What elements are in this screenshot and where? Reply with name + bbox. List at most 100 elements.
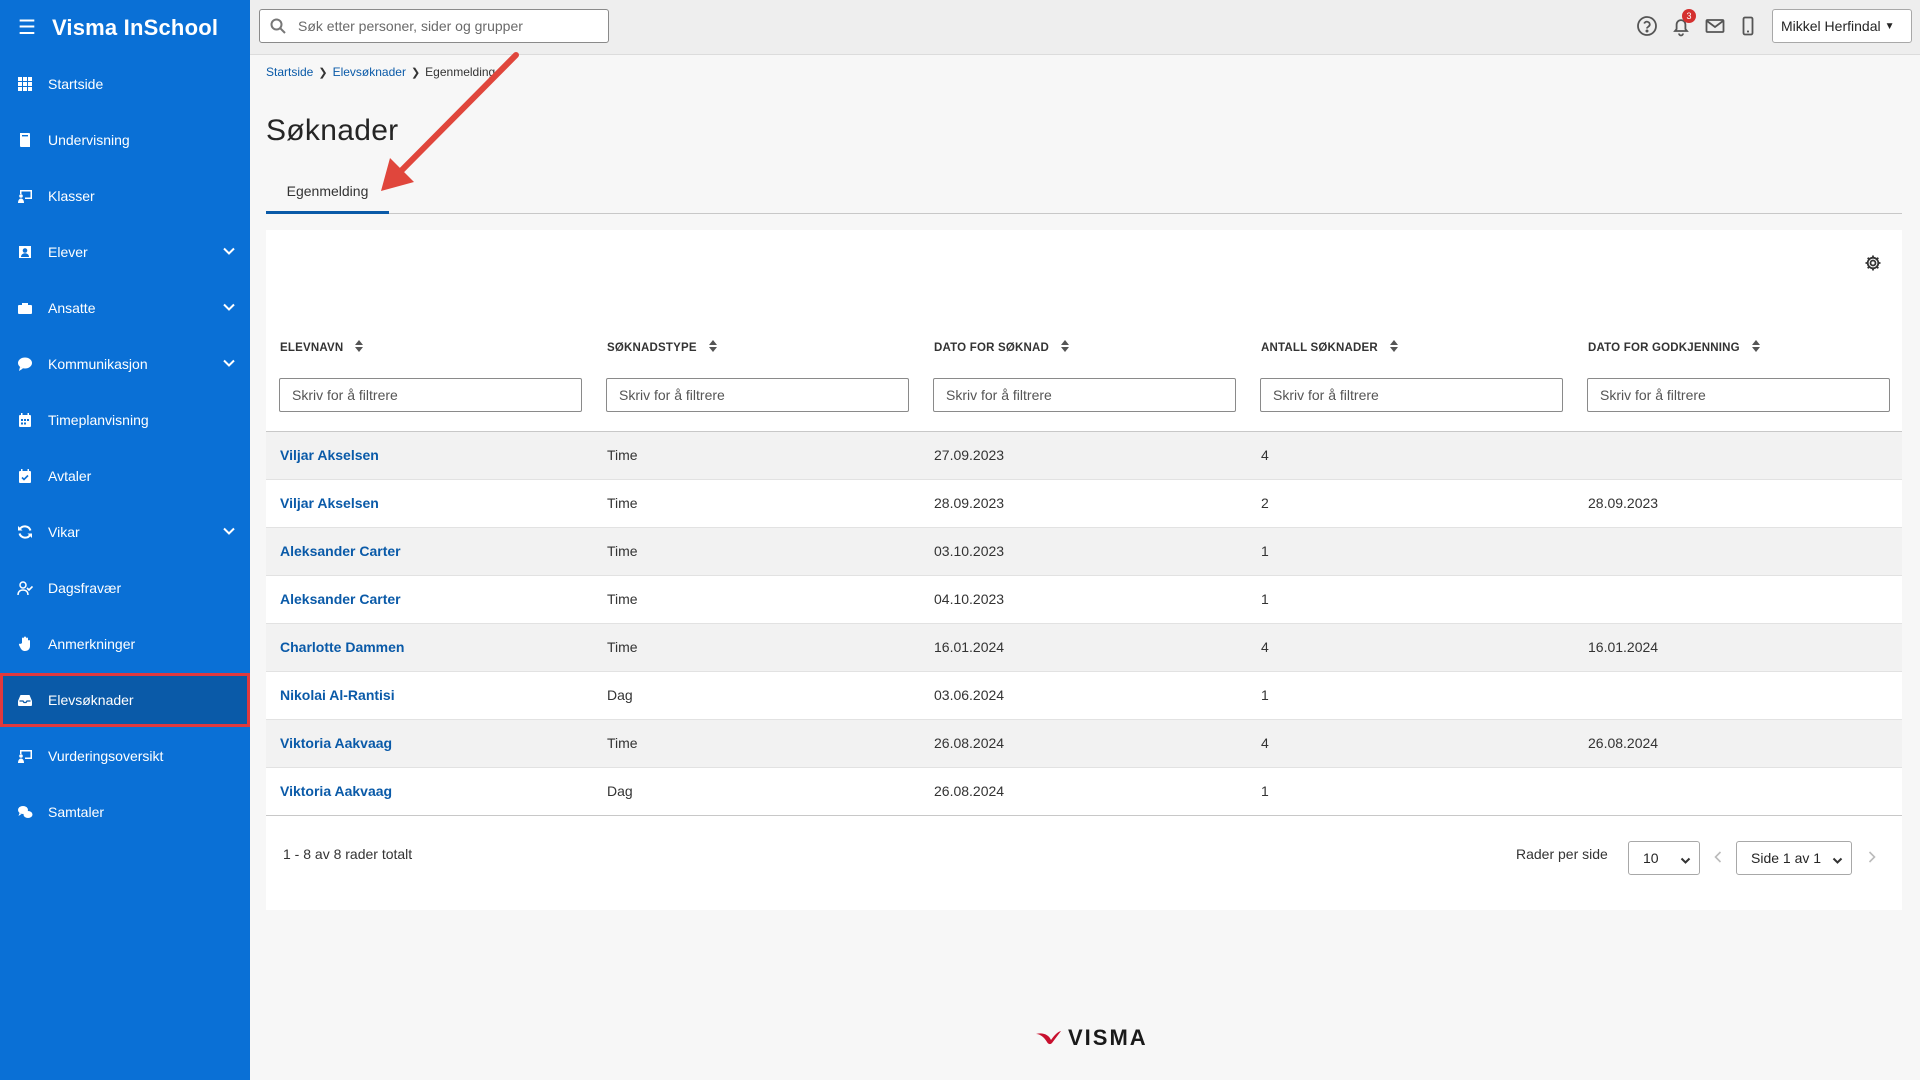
column-filter-input[interactable] (606, 378, 909, 412)
column-filter-input[interactable] (933, 378, 1236, 412)
briefcase-icon (16, 299, 34, 317)
settings-gear-icon[interactable] (1864, 254, 1882, 272)
column-header-label: ANTALL SØKNADER (1261, 341, 1378, 354)
page-select[interactable]: Side 1 av 1 (1736, 841, 1852, 875)
search-box[interactable] (259, 9, 609, 43)
page-value: Side 1 av 1 (1751, 850, 1822, 866)
sidebar-item-undervisning[interactable]: Undervisning (0, 113, 250, 167)
sidebar-item-label: Elevsøknader (48, 692, 134, 708)
mobile-icon[interactable] (1737, 15, 1761, 39)
sort-icon[interactable] (1389, 340, 1398, 355)
sidebar-item-samtaler[interactable]: Samtaler (0, 785, 250, 839)
table-cell: 4 (1261, 735, 1269, 751)
sidebar-item-label: Elever (48, 244, 88, 260)
sidebar-item-vurderingsoversikt[interactable]: Vurderingsoversikt (0, 729, 250, 783)
table-row: Viljar Akselsen Time 28.09.2023 2 28.09.2023 (266, 480, 1902, 528)
column-header[interactable]: DATO FOR SØKNAD (934, 340, 1070, 355)
student-name-link[interactable]: Aleksander Carter (280, 591, 401, 607)
table-cell: 27.09.2023 (934, 447, 1005, 463)
search-input[interactable] (296, 17, 608, 35)
table-cell: 26.08.2024 (934, 735, 1005, 751)
sidebar-item-avtaler[interactable]: Avtaler (0, 449, 250, 503)
student-name-link[interactable]: Viktoria Aakvaag (280, 783, 392, 799)
sort-icon[interactable] (708, 340, 717, 355)
column-header[interactable]: ELEVNAVN (280, 340, 364, 355)
table-row: Aleksander Carter Time 04.10.2023 1 (266, 576, 1902, 624)
sidebar-item-timeplanvisning[interactable]: Timeplanvisning (0, 393, 250, 447)
sidebar-item-elevsøknader[interactable]: Elevsøknader (0, 673, 250, 727)
sidebar-item-label: Vikar (48, 524, 80, 540)
row-count-summary: 1 - 8 av 8 rader totalt (283, 846, 413, 862)
chevron-down-icon (222, 244, 236, 261)
sort-icon[interactable] (355, 340, 364, 355)
tab-bar: Egenmelding (266, 170, 1902, 214)
student-icon (16, 243, 34, 261)
mail-icon[interactable] (1704, 15, 1728, 39)
breadcrumb: Startside ❯ Elevsøknader ❯ Egenmelding (266, 65, 495, 79)
student-name-link[interactable]: Viljar Akselsen (280, 495, 379, 511)
student-name-link[interactable]: Aleksander Carter (280, 543, 401, 559)
column-header[interactable]: DATO FOR GODKJENNING (1588, 340, 1760, 355)
sidebar-item-elever[interactable]: Elever (0, 225, 250, 279)
chevron-down-icon (1832, 853, 1843, 869)
column-filter-input[interactable] (279, 378, 582, 412)
notification-badge: 3 (1682, 9, 1696, 23)
column-filter-input[interactable] (1260, 378, 1563, 412)
breadcrumb-elevsoknader[interactable]: Elevsøknader (333, 65, 406, 79)
chevron-down-icon (222, 300, 236, 317)
table-cell: Time (607, 591, 638, 607)
student-name-link[interactable]: Charlotte Dammen (280, 639, 404, 655)
sort-icon[interactable] (1751, 340, 1760, 355)
table-divider (266, 815, 1902, 816)
rows-per-page-select[interactable]: 10 (1628, 841, 1700, 875)
sidebar-item-kommunikasjon[interactable]: Kommunikasjon (0, 337, 250, 391)
column-header[interactable]: ANTALL SØKNADER (1261, 340, 1398, 355)
chevron-down-icon (1680, 853, 1691, 869)
table-cell: Dag (607, 783, 633, 799)
table-cell: 1 (1261, 687, 1269, 703)
table-cell: 1 (1261, 591, 1269, 607)
sidebar-item-ansatte[interactable]: Ansatte (0, 281, 250, 335)
refresh-icon (16, 523, 34, 541)
table-cell: 04.10.2023 (934, 591, 1005, 607)
inbox-icon (16, 691, 34, 709)
sidebar-item-label: Kommunikasjon (48, 356, 148, 372)
visma-logo-text: VISMA (1068, 1025, 1148, 1050)
sidebar-item-anmerkninger[interactable]: Anmerkninger (0, 617, 250, 671)
user-check-icon (16, 579, 34, 597)
user-menu-button[interactable]: Mikkel Herfindal ▼ (1772, 9, 1912, 43)
bell-icon[interactable]: 3 (1670, 9, 1696, 39)
table-row: Viktoria Aakvaag Time 26.08.2024 4 26.08.202… (266, 720, 1902, 768)
column-header-label: ELEVNAVN (280, 341, 344, 354)
sidebar-item-dagsfrav-r[interactable]: Dagsfravær (0, 561, 250, 615)
table-row: Nikolai Al-Rantisi Dag 03.06.2024 1 (266, 672, 1902, 720)
next-page-icon[interactable] (1866, 850, 1880, 866)
table-cell: 4 (1261, 447, 1269, 463)
table-cell: 1 (1261, 783, 1269, 799)
table-cell: 4 (1261, 639, 1269, 655)
classroom-icon (16, 747, 34, 765)
breadcrumb-home[interactable]: Startside (266, 65, 313, 79)
chevron-down-icon (222, 356, 236, 373)
previous-page-icon[interactable] (1712, 850, 1726, 866)
student-name-link[interactable]: Viljar Akselsen (280, 447, 379, 463)
table-cell: 26.08.2024 (934, 783, 1005, 799)
sort-icon[interactable] (1061, 340, 1070, 355)
hamburger-icon[interactable]: ☰ (18, 18, 36, 38)
sidebar-item-startside[interactable]: Startside (0, 57, 250, 111)
column-filter-input[interactable] (1587, 378, 1890, 412)
table-row: Aleksander Carter Time 03.10.2023 1 (266, 528, 1902, 576)
table-cell: 03.10.2023 (934, 543, 1005, 559)
student-name-link[interactable]: Nikolai Al-Rantisi (280, 687, 395, 703)
topbar: 3 Mikkel Herfindal ▼ (250, 0, 1920, 55)
book-icon (16, 131, 34, 149)
tab-egenmelding[interactable]: Egenmelding (266, 170, 389, 214)
column-header[interactable]: SØKNADSTYPE (607, 340, 717, 355)
user-name: Mikkel Herfindal (1781, 18, 1881, 34)
sidebar-item-label: Avtaler (48, 468, 92, 484)
help-icon[interactable] (1636, 15, 1660, 39)
sidebar-item-vikar[interactable]: Vikar (0, 505, 250, 559)
sidebar-item-klasser[interactable]: Klasser (0, 169, 250, 223)
chevron-right-icon: ❯ (318, 66, 328, 79)
student-name-link[interactable]: Viktoria Aakvaag (280, 735, 392, 751)
